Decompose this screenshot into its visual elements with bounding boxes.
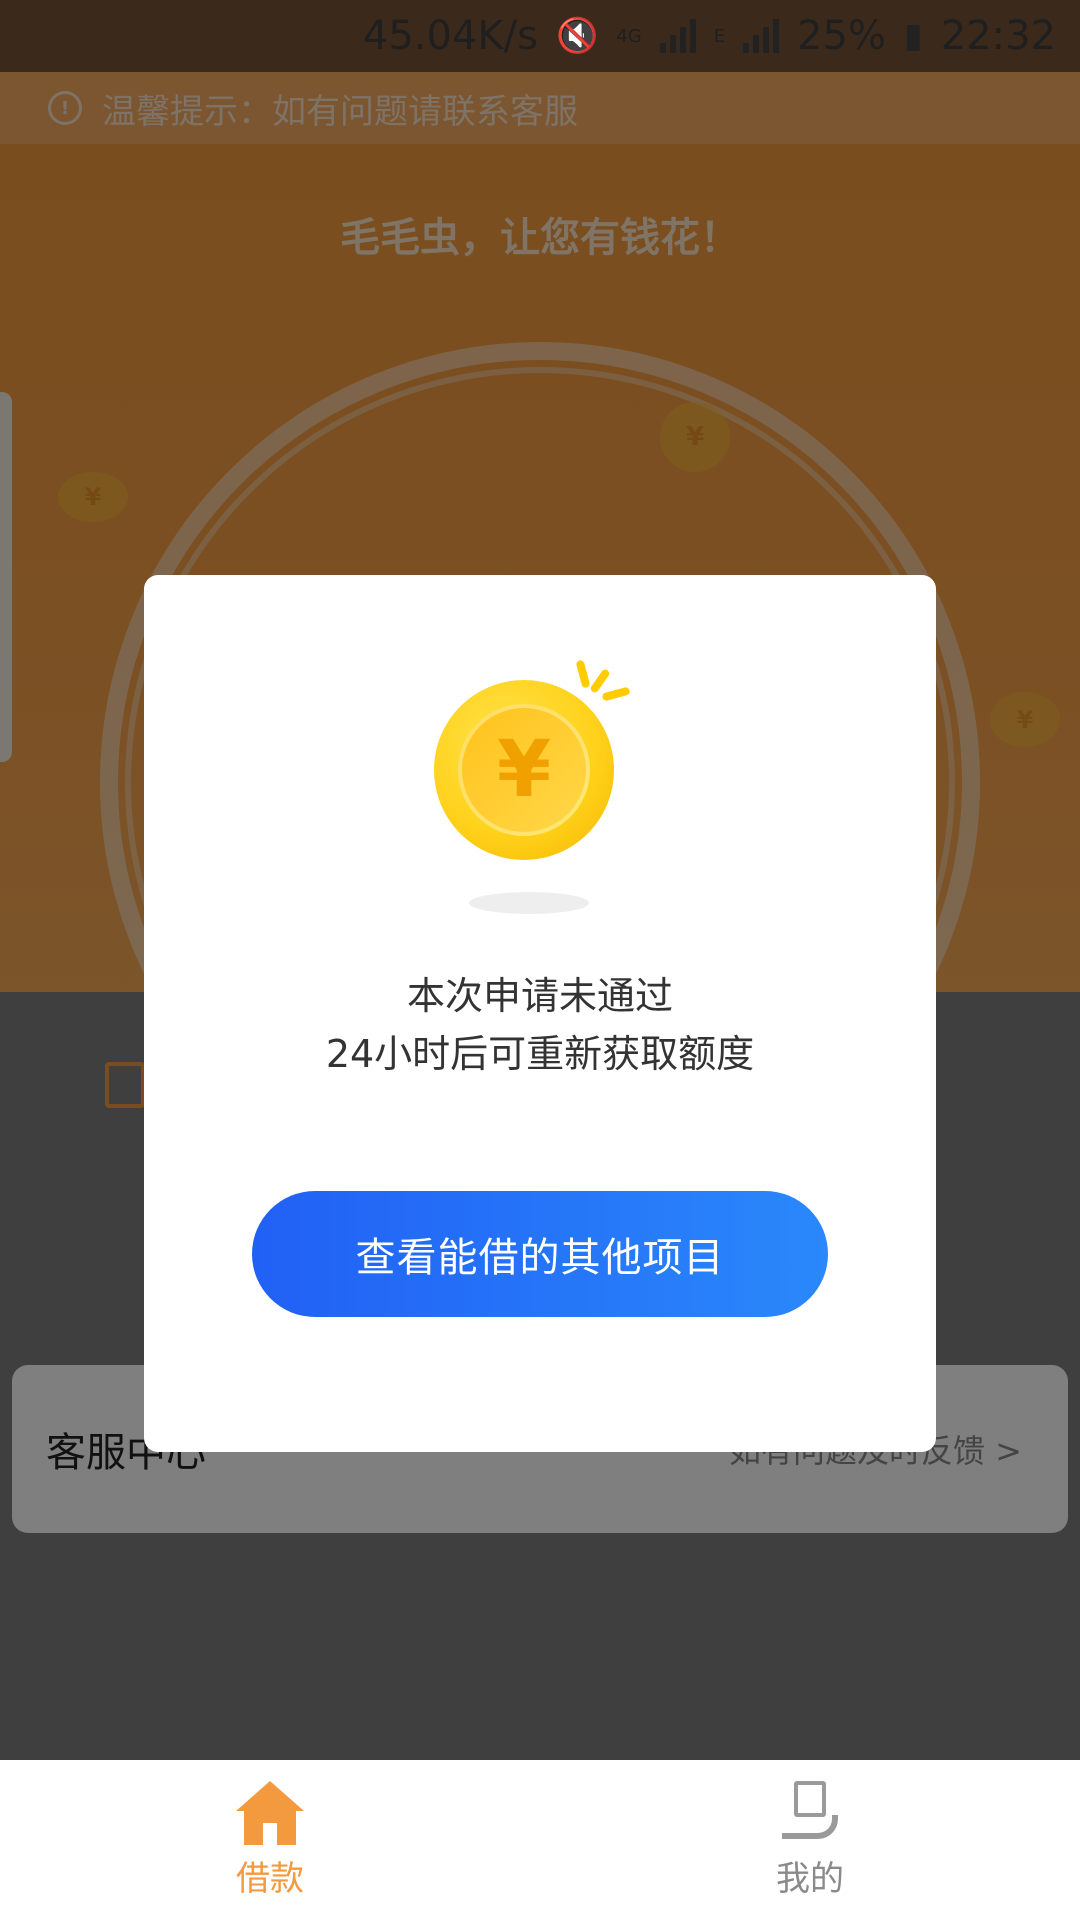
battery-icon: ▮ bbox=[904, 16, 923, 56]
bottom-tab-bar: 借款 我的 bbox=[0, 1760, 1080, 1920]
gold-coin-icon: ¥ bbox=[434, 659, 634, 914]
mine-icon bbox=[780, 1780, 840, 1845]
network-type-4g: 4G bbox=[616, 25, 642, 47]
view-other-projects-button[interactable]: 查看能借的其他项目 bbox=[252, 1191, 828, 1317]
sparkle-icon bbox=[575, 659, 591, 689]
sparkle-icon bbox=[601, 686, 631, 702]
mute-icon: 🔇 bbox=[555, 16, 599, 56]
home-icon bbox=[236, 1780, 304, 1845]
clock: 22:32 bbox=[940, 13, 1056, 59]
signal-icon bbox=[659, 19, 696, 53]
tab-mine[interactable]: 我的 bbox=[540, 1760, 1080, 1920]
tab-mine-label: 我的 bbox=[776, 1858, 844, 1899]
yen-symbol: ¥ bbox=[458, 704, 590, 836]
rejection-dialog: ¥ 本次申请未通过 24小时后可重新获取额度 查看能借的其他项目 bbox=[144, 575, 936, 1452]
dialog-message-detail: 24小时后可重新获取额度 bbox=[325, 1032, 755, 1076]
tab-borrow[interactable]: 借款 bbox=[0, 1760, 540, 1920]
coin-shadow bbox=[469, 892, 589, 914]
battery-percent: 25% bbox=[797, 13, 886, 59]
signal-icon-2 bbox=[743, 19, 780, 53]
network-type-e: E bbox=[713, 25, 726, 47]
sparkle-icon bbox=[589, 668, 611, 694]
dialog-message-title: 本次申请未通过 bbox=[406, 974, 673, 1018]
network-speed: 45.04K/s bbox=[362, 13, 538, 59]
status-bar: 45.04K/s 🔇 4G E 25% ▮ 22:32 bbox=[0, 0, 1080, 72]
tab-borrow-label: 借款 bbox=[236, 1858, 304, 1899]
